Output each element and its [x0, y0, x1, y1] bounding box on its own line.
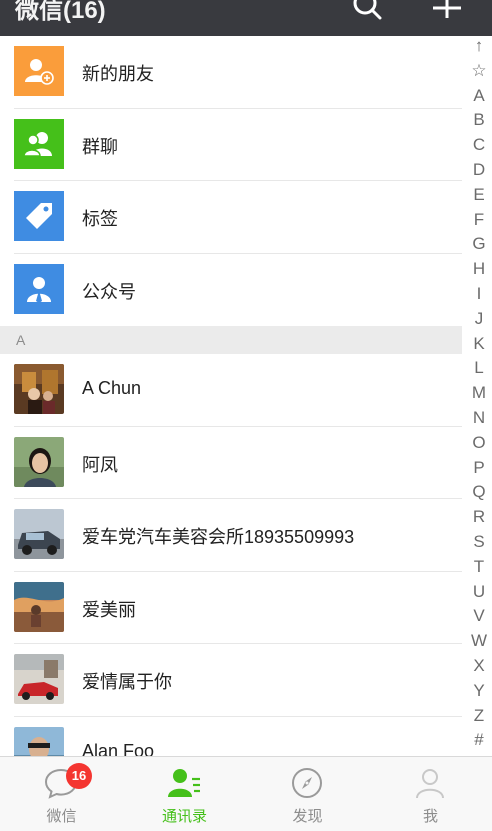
tags-label: 标签 — [82, 209, 118, 229]
index-letter[interactable]: U — [466, 582, 492, 602]
index-letter[interactable]: G — [466, 234, 492, 254]
contact-name: A Chun — [82, 378, 142, 398]
new-friends-item[interactable]: 新的朋友 — [0, 36, 462, 109]
unread-badge: 16 — [66, 763, 92, 789]
index-letter[interactable]: Y — [466, 681, 492, 701]
index-letter[interactable]: R — [466, 507, 492, 527]
contact-name: 爱情属于你 — [82, 672, 172, 692]
index-letter[interactable]: M — [466, 383, 492, 403]
index-letter[interactable]: ↑ — [466, 36, 492, 56]
index-letter[interactable]: H — [466, 259, 492, 279]
contacts-icon — [168, 769, 200, 797]
bottom-tab-bar: 16 微信 通讯录 发现 我 — [0, 756, 492, 831]
index-letter[interactable]: D — [466, 160, 492, 180]
index-letter[interactable]: S — [466, 532, 492, 552]
index-letter[interactable]: W — [466, 631, 492, 651]
contact-name: 爱车党汽车美容会所18935509993 — [82, 527, 355, 547]
tags-item[interactable]: 标签 — [0, 181, 462, 254]
alphabet-index[interactable]: ↑ ☆ A B C D E F G H I J K L M N O P Q R S T U V W X Y Z # — [466, 36, 492, 756]
me-icon — [416, 769, 444, 799]
index-letter[interactable]: Z — [466, 706, 492, 726]
contact-row[interactable]: A Chun — [0, 354, 462, 427]
index-letter[interactable]: ☆ — [466, 61, 492, 81]
index-letter[interactable]: C — [466, 135, 492, 155]
photo-avatar — [14, 509, 64, 559]
contact-name: 爱美丽 — [82, 599, 136, 620]
contact-row[interactable]: 爱情属于你 — [0, 644, 462, 717]
official-accounts-label: 公众号 — [82, 281, 136, 302]
contact-name: Alan Foo — [82, 740, 155, 757]
add-icon[interactable] — [430, 0, 464, 22]
new-friends-label: 新的朋友 — [82, 64, 154, 84]
search-icon[interactable] — [350, 0, 384, 22]
index-letter[interactable]: V — [466, 606, 492, 626]
group-chats-label: 群聊 — [82, 136, 118, 157]
tab-label: 微信 — [46, 808, 77, 825]
photo-avatar — [14, 581, 64, 632]
contact-name: 阿凤 — [82, 454, 118, 475]
tab-me[interactable]: 我 — [369, 757, 492, 831]
app-title: 微信(16) — [15, 0, 106, 24]
group-chat-icon — [14, 118, 64, 169]
index-letter[interactable]: A — [466, 86, 492, 106]
tab-label: 我 — [422, 808, 438, 825]
official-account-icon — [14, 263, 64, 314]
contact-row[interactable]: 爱车党汽车美容会所18935509993 — [0, 499, 462, 572]
index-letter[interactable]: P — [466, 458, 492, 478]
photo-avatar — [14, 436, 64, 487]
index-letter[interactable]: # — [466, 730, 492, 750]
index-letter[interactable]: J — [466, 309, 492, 329]
add-friend-icon — [14, 46, 64, 96]
index-letter[interactable]: T — [466, 557, 492, 577]
photo-avatar — [14, 654, 64, 704]
contact-row[interactable]: 爱美丽 — [0, 572, 462, 644]
top-bar: 微信(16) — [0, 0, 492, 36]
contact-row[interactable]: 阿凤 — [0, 427, 462, 499]
tab-chats[interactable]: 16 微信 — [0, 757, 123, 831]
contact-row[interactable]: Alan Foo — [0, 717, 462, 757]
tab-label: 发现 — [292, 808, 323, 825]
official-accounts-item[interactable]: 公众号 — [0, 254, 462, 327]
index-letter[interactable]: L — [466, 358, 492, 378]
section-header: A — [0, 326, 462, 354]
index-letter[interactable]: F — [466, 210, 492, 230]
tab-contacts[interactable]: 通讯录 — [123, 757, 246, 831]
compass-icon — [292, 768, 322, 798]
photo-avatar — [14, 726, 64, 756]
contact-list[interactable]: 新的朋友 群聊 标签 公众号 A A Chun 阿凤 爱车党汽车美容会所1893… — [0, 36, 462, 756]
index-letter[interactable]: N — [466, 408, 492, 428]
photo-avatar — [14, 364, 64, 414]
index-letter[interactable]: I — [466, 284, 492, 304]
index-letter[interactable]: E — [466, 185, 492, 205]
index-letter[interactable]: Q — [466, 482, 492, 502]
index-letter[interactable]: K — [466, 334, 492, 354]
tab-label: 通讯录 — [161, 808, 207, 825]
index-letter[interactable]: O — [466, 433, 492, 453]
tag-icon — [14, 191, 64, 241]
group-chats-item[interactable]: 群聊 — [0, 109, 462, 181]
index-letter[interactable]: B — [466, 110, 492, 130]
tab-discover[interactable]: 发现 — [246, 757, 369, 831]
index-letter[interactable]: X — [466, 656, 492, 676]
